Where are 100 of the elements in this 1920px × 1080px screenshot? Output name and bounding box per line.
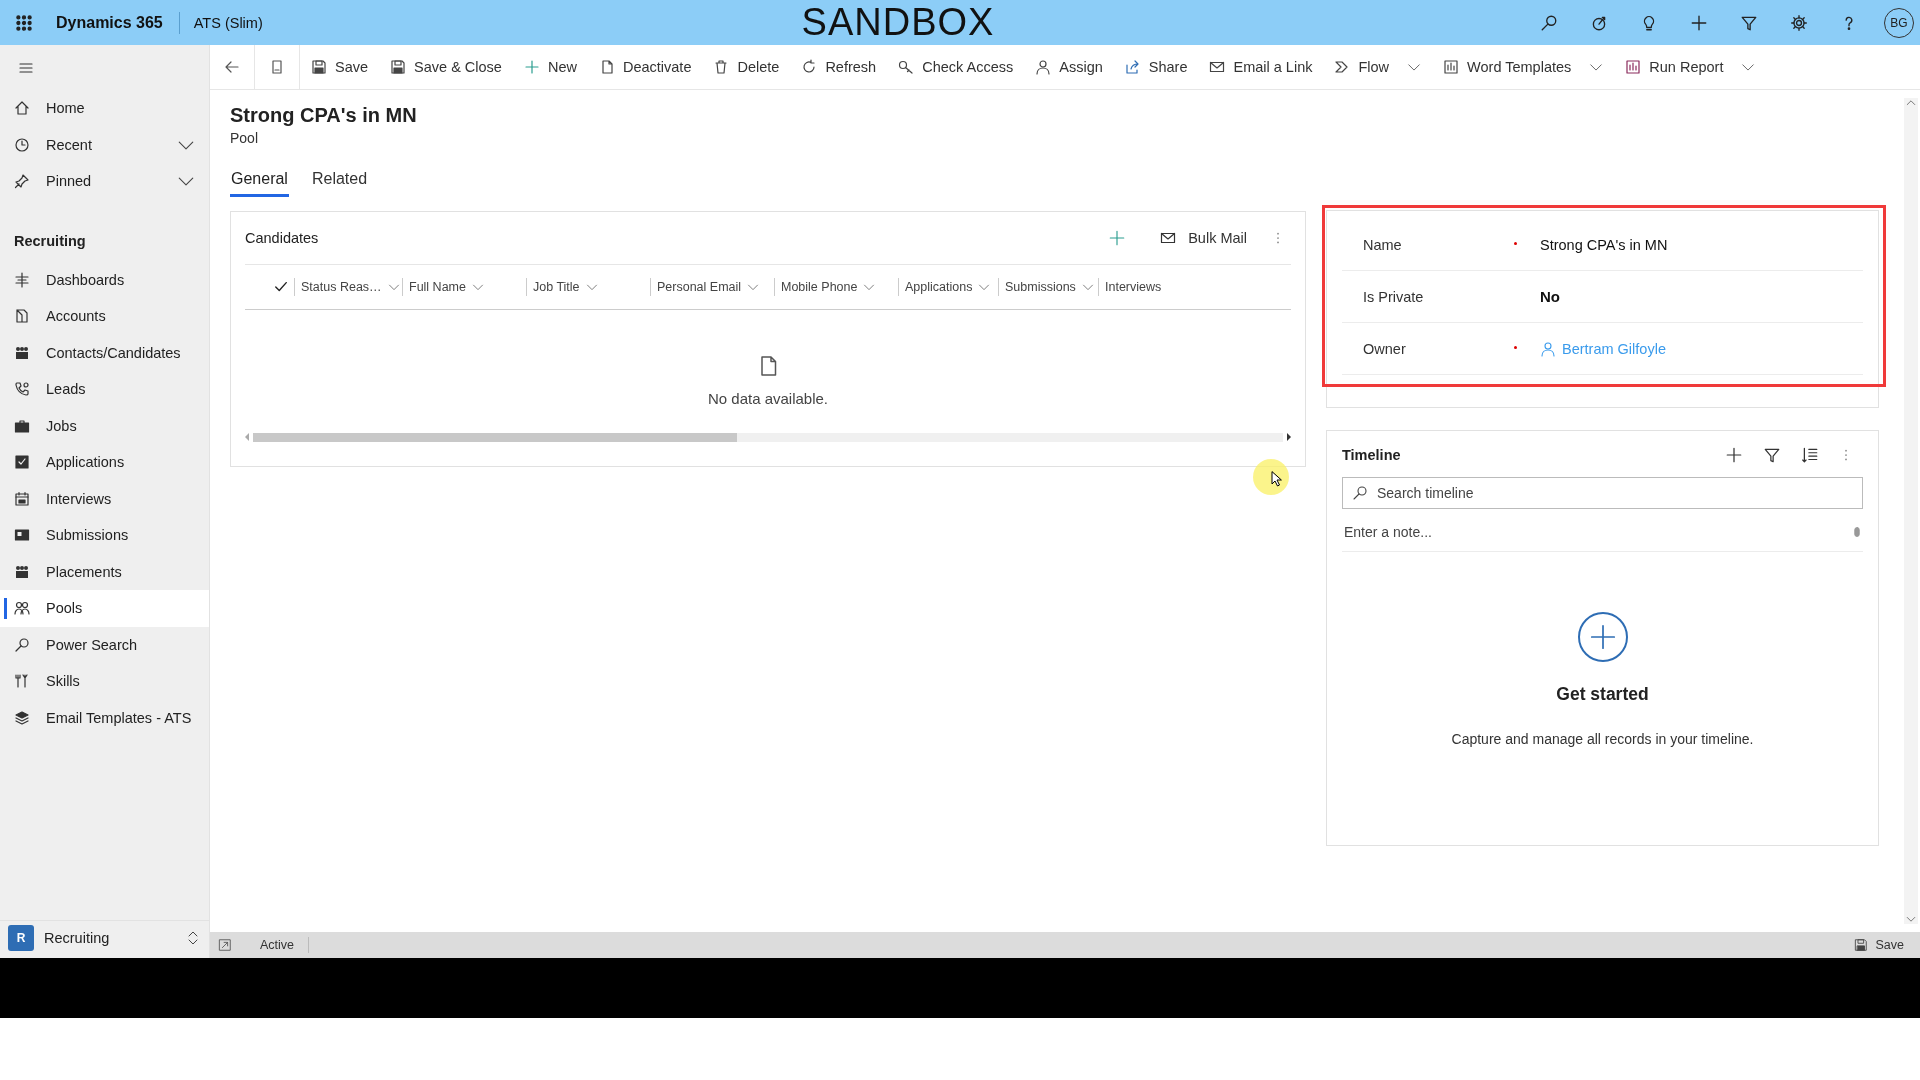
tab[interactable]: Related xyxy=(310,166,369,197)
nav-item[interactable]: Jobs xyxy=(0,407,209,444)
nav-item[interactable]: Interviews xyxy=(0,480,209,517)
nav-item[interactable]: Applications xyxy=(0,444,209,481)
nav-item[interactable]: Submissions xyxy=(0,517,209,554)
app-name: Dynamics 365 xyxy=(56,11,180,34)
field-value: No xyxy=(1540,288,1560,305)
tools-icon xyxy=(14,673,30,690)
column-header[interactable]: Personal Email xyxy=(651,278,775,296)
command-button[interactable]: New xyxy=(512,45,588,89)
command-button[interactable]: Word Templates xyxy=(1432,45,1615,89)
nav-item[interactable]: Pools xyxy=(0,590,209,627)
dashboard-icon xyxy=(14,271,30,288)
command-button[interactable]: Check Access xyxy=(887,45,1025,89)
phone-icon xyxy=(14,381,30,398)
nav-item[interactable]: Placements xyxy=(0,553,209,590)
record-status: Active xyxy=(232,937,310,953)
command-button[interactable]: Share xyxy=(1113,45,1199,89)
calendar-icon xyxy=(14,490,30,507)
search-field[interactable]: Search timeline xyxy=(1342,477,1863,509)
section-title: Recruiting xyxy=(14,232,87,249)
search-icon xyxy=(1540,13,1558,32)
add-record-button[interactable] xyxy=(1577,612,1628,662)
search-icon xyxy=(14,636,30,653)
field-label: Owner xyxy=(1363,340,1407,357)
plus-icon xyxy=(523,59,540,75)
briefcase-icon xyxy=(14,417,30,434)
area-switcher[interactable]: R Recruiting xyxy=(0,920,209,954)
empty-message: No data available. xyxy=(707,390,829,407)
expand-icon xyxy=(218,938,232,952)
field-label: Is Private xyxy=(1363,288,1425,305)
home-icon xyxy=(14,100,30,117)
plus-icon xyxy=(1725,446,1743,464)
column-header[interactable]: Submissions xyxy=(999,278,1099,296)
nav-item[interactable]: Recent xyxy=(0,126,209,163)
record-title: Strong CPA's in MN xyxy=(230,104,418,127)
chart-icon xyxy=(1625,59,1642,75)
nav-item[interactable]: Skills xyxy=(0,663,209,700)
field-label: Name xyxy=(1363,236,1403,253)
column-header[interactable]: Interviews xyxy=(1099,278,1175,296)
search-icon xyxy=(1352,485,1368,501)
command-button[interactable]: Run Report xyxy=(1614,45,1767,89)
command-button[interactable]: Assign xyxy=(1024,45,1114,89)
entity-name: Pool xyxy=(230,130,260,146)
caret-icon xyxy=(1906,98,1916,108)
clock-icon xyxy=(14,136,30,153)
command-button[interactable]: Save & Close xyxy=(379,45,513,89)
column-header[interactable]: Applications xyxy=(899,278,999,296)
column-header[interactable]: Full Name xyxy=(403,278,527,296)
page-icon xyxy=(269,59,285,75)
share-icon xyxy=(1124,59,1141,75)
paperclip-icon xyxy=(1851,526,1863,538)
people-icon xyxy=(14,600,30,617)
area-badge: R xyxy=(8,924,34,951)
field-value: Strong CPA's in MN xyxy=(1540,236,1668,253)
plus-icon xyxy=(1108,229,1127,247)
layers-icon xyxy=(14,709,30,726)
column-header[interactable]: Job Title xyxy=(527,278,651,296)
note-field[interactable]: Enter a note... xyxy=(1342,523,1851,541)
key-icon xyxy=(898,59,915,75)
save-button[interactable]: Save xyxy=(1847,937,1920,953)
command-button[interactable]: Refresh xyxy=(790,45,888,89)
column-header[interactable]: Mobile Phone xyxy=(775,278,899,296)
nav-item[interactable]: Home xyxy=(0,90,209,127)
checkmark-icon xyxy=(274,280,288,294)
tab[interactable]: General xyxy=(230,166,289,197)
nav-item[interactable]: Dashboards xyxy=(0,261,209,298)
app-module-name: ATS (Slim) xyxy=(193,14,263,31)
nav-item[interactable]: Leads xyxy=(0,371,209,408)
refresh-icon xyxy=(801,59,818,75)
person-icon xyxy=(1035,59,1052,75)
person-icon xyxy=(1540,340,1556,357)
command-button[interactable]: Flow xyxy=(1323,45,1433,89)
nav-item[interactable]: Power Search xyxy=(0,626,209,663)
nav-item[interactable]: Pinned xyxy=(0,163,209,200)
command-button[interactable]: Delete xyxy=(702,45,791,89)
command-button[interactable]: Deactivate xyxy=(587,45,703,89)
command-button[interactable]: Save xyxy=(300,45,380,89)
timeline-title: Timeline xyxy=(1342,447,1402,463)
grid-title: Candidates xyxy=(245,230,319,246)
people-icon xyxy=(14,344,30,361)
id-card-icon xyxy=(14,527,30,544)
caret-icon xyxy=(1906,914,1916,924)
filter-icon xyxy=(1763,446,1781,464)
app-launcher-icon xyxy=(15,13,33,32)
nav-item[interactable]: Accounts xyxy=(0,298,209,335)
checkbox-icon xyxy=(14,454,30,471)
plus-icon xyxy=(1690,13,1708,32)
back-arrow-icon xyxy=(224,59,240,75)
empty-message: Capture and manage all records in your timeline. xyxy=(1451,731,1754,747)
nav-item[interactable]: Contacts/Candidates xyxy=(0,334,209,371)
column-header[interactable]: Status Reas… xyxy=(295,278,403,296)
envelope-icon xyxy=(1209,59,1226,75)
command-button[interactable]: Email a Link xyxy=(1198,45,1324,89)
environment-label: SANDBOX xyxy=(801,1,995,43)
settings-icon xyxy=(1790,13,1808,32)
nav-item[interactable]: Email Templates - ATS xyxy=(0,699,209,736)
list-icon xyxy=(1801,446,1819,464)
bulk-mail-button[interactable]: Bulk Mail xyxy=(1154,226,1253,250)
people-icon xyxy=(14,563,30,580)
